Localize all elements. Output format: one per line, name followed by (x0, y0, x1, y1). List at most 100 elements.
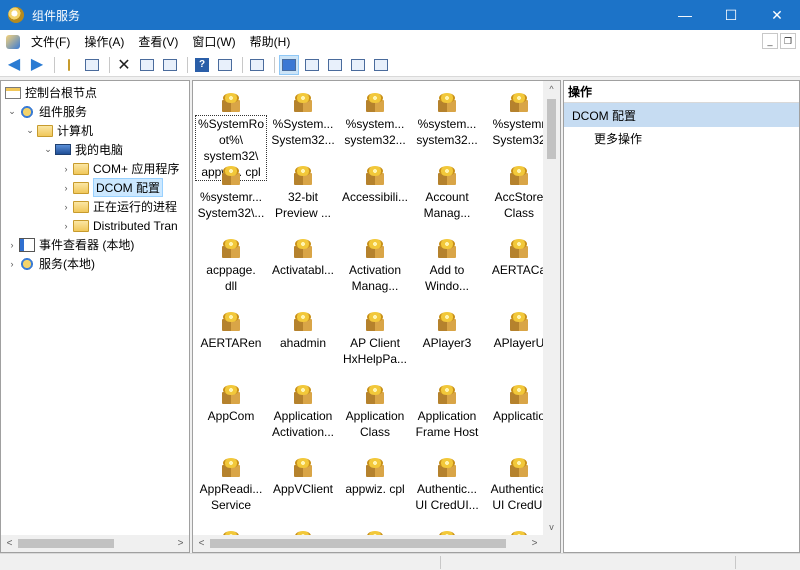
scroll-left-button[interactable]: < (1, 538, 18, 549)
dcom-app-item[interactable]: %system... system32... (411, 85, 483, 157)
expand-toggle[interactable]: › (59, 221, 73, 231)
dcom-app-item[interactable]: AppCom (195, 377, 267, 449)
dcom-app-item[interactable]: AppVClient (267, 450, 339, 522)
close-button[interactable]: ✕ (754, 0, 800, 30)
folder-icon (37, 124, 53, 137)
dcom-app-item[interactable]: ahadmin (267, 304, 339, 376)
expand-toggle[interactable]: ⌄ (5, 106, 19, 117)
tree-node-component-services[interactable]: ⌄ 组件服务 (5, 102, 87, 121)
dcom-objects-pane[interactable]: %SystemRo ot%\ system32\ appwiz. cpl %Sys… (192, 80, 561, 553)
menu-help[interactable]: 帮助(H) (243, 33, 298, 50)
refresh-button[interactable] (160, 55, 180, 75)
dcom-app-item[interactable]: Authentic... UI CredUI... (411, 450, 483, 522)
window-controls: — ☐ ✕ (662, 0, 800, 30)
folder-up-icon (68, 58, 70, 71)
tree-node-my-computer[interactable]: ⌄ 我的电脑 (41, 140, 123, 159)
status-divider (440, 556, 441, 569)
dcom-app-item[interactable]: AERTARen (195, 304, 267, 376)
dcom-app-item[interactable]: Application Frame Host (411, 377, 483, 449)
more-actions-link[interactable]: 更多操作 (564, 127, 799, 149)
expand-toggle[interactable]: › (59, 202, 73, 212)
tree-node-services-local[interactable]: › 服务(本地) (5, 254, 95, 273)
view-detail-button[interactable] (348, 55, 368, 75)
menu-file[interactable]: 文件(F) (24, 33, 77, 50)
dcom-app-item[interactable]: Activatabl... (267, 231, 339, 303)
tree-node-dcom-config[interactable]: › DCOM 配置 (59, 178, 163, 197)
scroll-left-button[interactable]: < (193, 538, 210, 549)
back-button[interactable]: ◀ (4, 55, 24, 75)
expand-toggle[interactable]: ⌄ (23, 125, 37, 136)
dcom-app-item[interactable]: Add to Windo... (411, 231, 483, 303)
view-list-button[interactable] (325, 55, 345, 75)
scroll-down-button[interactable]: v (543, 519, 560, 536)
delete-button[interactable]: ✕ (114, 55, 134, 75)
dcom-app-item[interactable]: AppReadi... Service (195, 450, 267, 522)
dcom-app-item[interactable]: Accessibili... (339, 158, 411, 230)
scroll-up-button[interactable]: ^ (543, 81, 560, 98)
minimize-button[interactable]: — (662, 0, 708, 30)
forward-button[interactable]: ▶ (27, 55, 47, 75)
dcom-app-item[interactable]: acppage. dll (195, 231, 267, 303)
actions-section-dcom-config[interactable]: DCOM 配置 (564, 103, 799, 127)
export-list-button[interactable] (247, 55, 267, 75)
scroll-right-button[interactable]: > (526, 538, 543, 549)
show-hide-action-pane-button[interactable] (215, 55, 235, 75)
child-minimize-button[interactable]: _ (762, 33, 778, 49)
view-properties-button[interactable] (371, 55, 391, 75)
dcom-app-item[interactable]: Applicatio (483, 377, 543, 449)
tree-horizontal-scrollbar[interactable]: < > (1, 535, 189, 552)
toolbar-separator (109, 56, 110, 73)
dcom-app-item[interactable]: Application Activation... (267, 377, 339, 449)
dcom-app-item[interactable]: APlayerU (483, 304, 543, 376)
dcom-package-icon (220, 311, 242, 333)
dcom-app-item[interactable]: Account Manag... (411, 158, 483, 230)
dcom-app-item[interactable]: %System... System32... (267, 85, 339, 157)
help-button[interactable]: ? (192, 55, 212, 75)
help-icon: ? (195, 57, 209, 72)
dcom-app-item[interactable]: Activation Manag... (339, 231, 411, 303)
dcom-app-item[interactable]: AccStore Class (483, 158, 543, 230)
tree-node-event-viewer[interactable]: › 事件查看器 (本地) (5, 235, 134, 254)
view-small-icons-button[interactable] (302, 55, 322, 75)
properties-button[interactable] (137, 55, 157, 75)
tree-node-computers[interactable]: ⌄ 计算机 (23, 121, 93, 140)
tree-node-com-plus-applications[interactable]: › COM+ 应用程序 (59, 159, 180, 178)
show-hide-console-tree-button[interactable] (82, 55, 102, 75)
view-large-icons-button[interactable] (279, 54, 299, 75)
up-one-level-button[interactable] (59, 55, 79, 75)
dcom-package-icon (292, 238, 314, 260)
dcom-app-item[interactable]: APlayer3 (411, 304, 483, 376)
dcom-app-item[interactable]: Application Class (339, 377, 411, 449)
horizontal-scrollbar[interactable]: < > (193, 535, 543, 552)
maximize-button[interactable]: ☐ (708, 0, 754, 30)
expand-toggle[interactable]: › (59, 183, 73, 193)
dcom-app-item[interactable]: AERTACa (483, 231, 543, 303)
expand-toggle[interactable]: › (59, 164, 73, 174)
dcom-app-item[interactable]: appwiz. cpl (339, 450, 411, 522)
tree-node-distributed-transaction[interactable]: › Distributed Tran (59, 216, 178, 235)
menu-view[interactable]: 查看(V) (131, 33, 185, 50)
expand-toggle[interactable]: ⌄ (41, 144, 55, 155)
scroll-thumb[interactable] (18, 539, 114, 548)
dcom-app-item[interactable]: %system... system32... (339, 85, 411, 157)
dcom-app-item[interactable]: %systemr... System32\... (195, 158, 267, 230)
vertical-scrollbar[interactable]: ^ v (543, 81, 560, 536)
scroll-thumb[interactable] (547, 99, 556, 159)
dcom-app-item[interactable]: Authentica UI CredUI (483, 450, 543, 522)
dcom-app-item[interactable]: %systemr System32 (483, 85, 543, 157)
console-tree-pane[interactable]: 控制台根节点 ⌄ 组件服务 ⌄ 计算机 ⌄ 我的电脑 › COM+ 应用程序 ›… (0, 80, 190, 553)
mmc-system-menu-icon[interactable] (6, 34, 20, 49)
dcom-package-icon (364, 457, 386, 479)
dcom-app-item[interactable]: AP Client HxHelpPa... (339, 304, 411, 376)
tree-node-console-root[interactable]: 控制台根节点 (5, 83, 97, 102)
expand-toggle[interactable]: › (5, 240, 19, 250)
expand-toggle[interactable]: › (5, 259, 19, 269)
menu-action[interactable]: 操作(A) (77, 33, 131, 50)
child-restore-button[interactable]: ❐ (780, 33, 796, 49)
menu-window[interactable]: 窗口(W) (185, 33, 242, 50)
scroll-right-button[interactable]: > (172, 538, 189, 549)
tree-node-running-processes[interactable]: › 正在运行的进程 (59, 197, 178, 216)
dcom-app-item[interactable]: %SystemRo ot%\ system32\ appwiz. cpl (195, 85, 267, 181)
scroll-thumb[interactable] (210, 539, 506, 548)
dcom-app-item[interactable]: 32-bit Preview ... (267, 158, 339, 230)
